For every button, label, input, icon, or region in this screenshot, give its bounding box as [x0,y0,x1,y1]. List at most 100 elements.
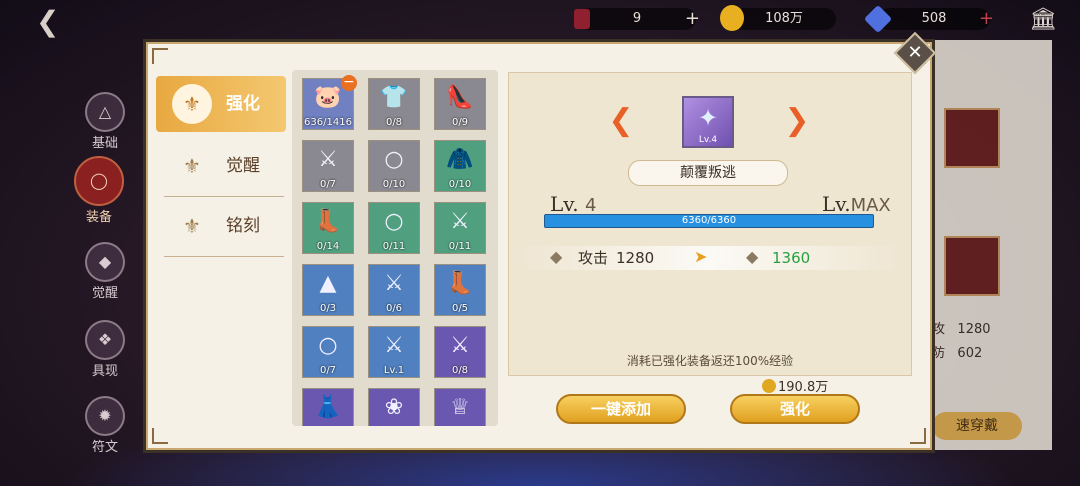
nav-item-awaken[interactable]: ◆ 觉醒 [70,242,140,312]
material-count: 0/10 [382,179,406,190]
cloak-icon: ▲ [319,271,337,296]
material-slot[interactable]: 👠 0/9 [434,78,486,130]
nav-label: 具现 [91,364,118,379]
material-slot[interactable]: ⚔ 0/11 [434,202,486,254]
bank-button[interactable]: 🏛 [1028,6,1058,34]
tab-awaken[interactable]: ⚜ 觉醒 [156,138,286,194]
boots-icon: 👢 [446,271,474,296]
material-count: 0/7 [319,365,337,376]
material-slot[interactable]: ⚔ 0/6 [368,264,420,316]
corner-ornament [152,48,168,64]
tiara-icon: ♕ [450,395,470,420]
enhance-emblem-icon: ⚜ [172,84,212,124]
tab-engrave[interactable]: ⚜ 铭刻 [156,198,286,254]
material-slot[interactable]: ○ 0/11 [368,202,420,254]
material-count: 0/7 [319,179,337,190]
stat-next: 1360 [772,249,811,267]
material-slot[interactable]: 👗 [302,388,354,426]
material-count: 0/11 [448,241,472,252]
tab-label: 铭刻 [226,216,260,236]
nav-item-basic[interactable]: △ 基础 [70,92,140,162]
material-slot[interactable]: 🐷 636/1416− [302,75,357,130]
material-slot[interactable]: 🧥 0/10 [434,140,486,192]
back-button[interactable]: ❮ [36,6,80,38]
stat-current: 1280 [616,249,655,267]
corner-ornament [152,428,168,444]
nav-label: 符文 [91,440,118,455]
sword-icon: ⚔ [450,209,470,234]
material-slot[interactable]: 👕 0/8 [368,78,420,130]
material-count: 0/3 [319,303,337,314]
tab-divider [164,256,284,257]
chevron-left-icon: ❮ [608,103,634,138]
stat-label: 攻击 [578,249,609,267]
sword-icon: ⚔ [384,271,404,296]
material-slot[interactable]: 👢 0/14 [302,202,354,254]
attack-stat: 攻 1280 [932,322,991,337]
add-gem-button[interactable]: + [979,8,994,30]
ring-icon: ○ [384,209,404,234]
material-slot[interactable]: ○ 0/10 [368,140,420,192]
remove-material-button[interactable]: − [341,75,357,91]
hair-icon: ❀ [384,395,404,420]
material-count: 0/10 [448,179,472,190]
sword-icon: ⚔ [384,333,404,358]
chevron-right-icon: ❯ [784,103,810,138]
material-slot[interactable]: ⚔ 0/7 [302,140,354,192]
rune-icon: ✹ [85,396,125,436]
material-slot[interactable]: ⚔ Lv.1 [368,326,420,378]
nav-item-manifest[interactable]: ❖ 具现 [70,320,140,390]
exp-bar: 6360/6360 [544,214,874,228]
current-level: Lv. 4 [550,192,597,216]
sword-icon: ⚔ [450,333,470,358]
material-count: 636/1416 [304,117,352,128]
item-level-badge: Lv.4 [698,135,718,145]
nav-label: 基础 [91,136,118,151]
close-icon: ✕ [907,42,923,63]
material-count: Lv.1 [383,365,405,376]
bank-icon: 🏛 [1029,7,1057,32]
material-count: 0/9 [451,117,469,128]
ring-icon: ○ [384,147,404,172]
material-slot[interactable]: ▲ 0/3 [302,264,354,316]
next-item-button[interactable]: ❯ [782,106,812,136]
material-slot[interactable]: ♕ [434,388,486,426]
gem-counter: 508 + [863,4,994,34]
awaken-emblem-icon: ⚜ [183,154,201,178]
character-panel: 攻 1280 防 602 速穿戴 [930,40,1052,450]
shirt-icon: 👕 [380,85,408,110]
quick-equip-button[interactable]: 速穿戴 [932,412,1022,440]
defense-stat: 防 602 [932,346,983,361]
material-slot[interactable]: ○ 0/7 [302,326,354,378]
ticket-counter: 9 + [574,8,700,30]
triangle-icon: △ [85,92,125,132]
material-count: 0/11 [382,241,406,252]
jacket-icon: 🧥 [446,147,474,172]
nav-item-rune[interactable]: ✹ 符文 [70,396,140,466]
tab-label: 觉醒 [226,156,260,176]
equipped-armor-slot[interactable] [944,108,1000,168]
auto-add-button[interactable]: 一键添加 [556,394,686,424]
material-slot[interactable]: ❀ [368,388,420,426]
material-slot[interactable]: ⚔ 0/8 [434,326,486,378]
selected-item[interactable]: ✦ Lv.4 [682,96,734,148]
material-count: 0/6 [385,303,403,314]
material-count: 0/8 [385,117,403,128]
enhance-cost: 190.8万 [762,376,828,395]
material-count: 0/8 [451,365,469,376]
dress-icon: 👗 [314,395,342,420]
tab-enhance[interactable]: ⚜ 强化 [156,76,286,132]
enhance-button[interactable]: 强化 [730,394,860,424]
add-ticket-button[interactable]: + [685,8,700,30]
orb-icon: ❖ [85,320,125,360]
sword-icon: ⚔ [318,147,338,172]
prev-item-button[interactable]: ❮ [606,106,636,136]
attack-icon: ◆ [550,247,563,266]
engrave-emblem-icon: ⚜ [183,214,201,238]
equipped-boots-slot[interactable] [944,236,1000,296]
material-count: 0/5 [451,303,469,314]
material-slot[interactable]: 👢 0/5 [434,264,486,316]
wand-icon: ✦ [697,104,719,132]
nav-item-equipment[interactable]: ◯ 装备 [64,156,134,226]
exp-refund-note: 消耗已强化装备返还100%经验 [626,354,794,368]
